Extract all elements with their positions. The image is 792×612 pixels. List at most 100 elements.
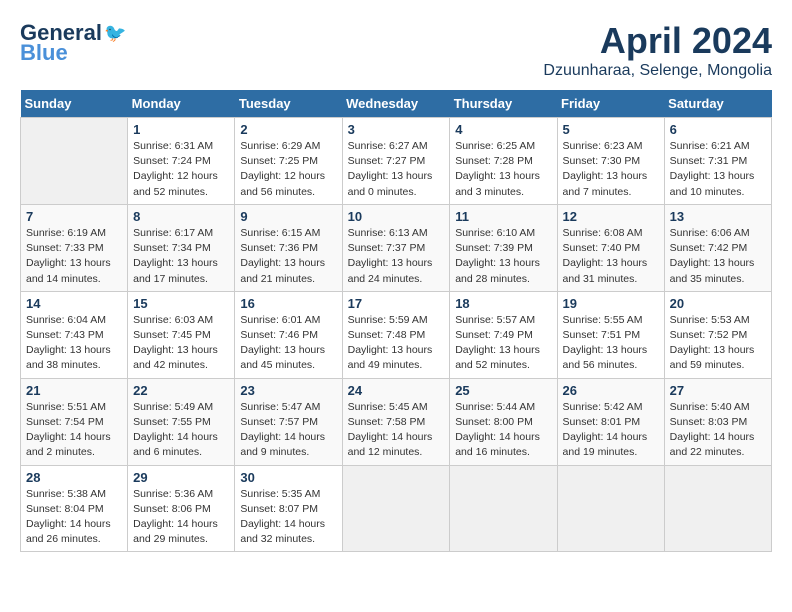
calendar-week-row: 7 Sunrise: 6:19 AMSunset: 7:33 PMDayligh… — [21, 204, 772, 291]
calendar-table: Sunday Monday Tuesday Wednesday Thursday… — [20, 90, 772, 552]
day-number: 3 — [348, 122, 445, 137]
day-info: Sunrise: 5:47 AMSunset: 7:57 PMDaylight:… — [240, 400, 336, 461]
table-row: 20 Sunrise: 5:53 AMSunset: 7:52 PMDaylig… — [664, 291, 771, 378]
table-row: 10 Sunrise: 6:13 AMSunset: 7:37 PMDaylig… — [342, 204, 450, 291]
day-number: 26 — [563, 383, 659, 398]
day-number: 23 — [240, 383, 336, 398]
col-sunday: Sunday — [21, 90, 128, 118]
day-number: 29 — [133, 470, 229, 485]
calendar-week-row: 14 Sunrise: 6:04 AMSunset: 7:43 PMDaylig… — [21, 291, 772, 378]
day-info: Sunrise: 6:27 AMSunset: 7:27 PMDaylight:… — [348, 139, 445, 200]
day-number: 8 — [133, 209, 229, 224]
logo-blue-text: Blue — [20, 40, 68, 66]
page-header: General 🐦 Blue April 2024 Dzuunharaa, Se… — [20, 20, 772, 80]
day-number: 7 — [26, 209, 122, 224]
col-wednesday: Wednesday — [342, 90, 450, 118]
day-info: Sunrise: 5:35 AMSunset: 8:07 PMDaylight:… — [240, 487, 336, 548]
table-row — [557, 465, 664, 552]
day-number: 20 — [670, 296, 766, 311]
calendar-week-row: 1 Sunrise: 6:31 AMSunset: 7:24 PMDayligh… — [21, 118, 772, 205]
day-info: Sunrise: 6:21 AMSunset: 7:31 PMDaylight:… — [670, 139, 766, 200]
day-info: Sunrise: 6:31 AMSunset: 7:24 PMDaylight:… — [133, 139, 229, 200]
day-info: Sunrise: 5:55 AMSunset: 7:51 PMDaylight:… — [563, 313, 659, 374]
day-info: Sunrise: 5:36 AMSunset: 8:06 PMDaylight:… — [133, 487, 229, 548]
location-subtitle: Dzuunharaa, Selenge, Mongolia — [543, 62, 772, 80]
month-year-title: April 2024 — [543, 20, 772, 62]
table-row: 26 Sunrise: 5:42 AMSunset: 8:01 PMDaylig… — [557, 378, 664, 465]
day-info: Sunrise: 6:17 AMSunset: 7:34 PMDaylight:… — [133, 226, 229, 287]
day-info: Sunrise: 6:19 AMSunset: 7:33 PMDaylight:… — [26, 226, 122, 287]
day-number: 4 — [455, 122, 551, 137]
day-info: Sunrise: 5:40 AMSunset: 8:03 PMDaylight:… — [670, 400, 766, 461]
table-row: 30 Sunrise: 5:35 AMSunset: 8:07 PMDaylig… — [235, 465, 342, 552]
day-number: 28 — [26, 470, 122, 485]
day-number: 18 — [455, 296, 551, 311]
table-row: 4 Sunrise: 6:25 AMSunset: 7:28 PMDayligh… — [450, 118, 557, 205]
table-row: 9 Sunrise: 6:15 AMSunset: 7:36 PMDayligh… — [235, 204, 342, 291]
table-row: 25 Sunrise: 5:44 AMSunset: 8:00 PMDaylig… — [450, 378, 557, 465]
table-row: 21 Sunrise: 5:51 AMSunset: 7:54 PMDaylig… — [21, 378, 128, 465]
table-row: 18 Sunrise: 5:57 AMSunset: 7:49 PMDaylig… — [450, 291, 557, 378]
day-number: 1 — [133, 122, 229, 137]
table-row: 6 Sunrise: 6:21 AMSunset: 7:31 PMDayligh… — [664, 118, 771, 205]
table-row: 24 Sunrise: 5:45 AMSunset: 7:58 PMDaylig… — [342, 378, 450, 465]
day-info: Sunrise: 6:03 AMSunset: 7:45 PMDaylight:… — [133, 313, 229, 374]
col-friday: Friday — [557, 90, 664, 118]
table-row: 22 Sunrise: 5:49 AMSunset: 7:55 PMDaylig… — [128, 378, 235, 465]
day-info: Sunrise: 5:59 AMSunset: 7:48 PMDaylight:… — [348, 313, 445, 374]
col-tuesday: Tuesday — [235, 90, 342, 118]
day-number: 30 — [240, 470, 336, 485]
day-number: 12 — [563, 209, 659, 224]
table-row: 15 Sunrise: 6:03 AMSunset: 7:45 PMDaylig… — [128, 291, 235, 378]
day-number: 16 — [240, 296, 336, 311]
col-monday: Monday — [128, 90, 235, 118]
table-row: 16 Sunrise: 6:01 AMSunset: 7:46 PMDaylig… — [235, 291, 342, 378]
day-info: Sunrise: 5:57 AMSunset: 7:49 PMDaylight:… — [455, 313, 551, 374]
calendar-week-row: 21 Sunrise: 5:51 AMSunset: 7:54 PMDaylig… — [21, 378, 772, 465]
day-info: Sunrise: 6:29 AMSunset: 7:25 PMDaylight:… — [240, 139, 336, 200]
table-row — [450, 465, 557, 552]
day-number: 21 — [26, 383, 122, 398]
table-row: 2 Sunrise: 6:29 AMSunset: 7:25 PMDayligh… — [235, 118, 342, 205]
day-info: Sunrise: 5:49 AMSunset: 7:55 PMDaylight:… — [133, 400, 229, 461]
day-info: Sunrise: 5:51 AMSunset: 7:54 PMDaylight:… — [26, 400, 122, 461]
day-number: 10 — [348, 209, 445, 224]
day-info: Sunrise: 6:01 AMSunset: 7:46 PMDaylight:… — [240, 313, 336, 374]
logo-bird-icon: 🐦 — [104, 23, 126, 44]
table-row: 23 Sunrise: 5:47 AMSunset: 7:57 PMDaylig… — [235, 378, 342, 465]
day-number: 9 — [240, 209, 336, 224]
table-row: 5 Sunrise: 6:23 AMSunset: 7:30 PMDayligh… — [557, 118, 664, 205]
day-info: Sunrise: 5:38 AMSunset: 8:04 PMDaylight:… — [26, 487, 122, 548]
day-number: 19 — [563, 296, 659, 311]
day-number: 22 — [133, 383, 229, 398]
table-row: 7 Sunrise: 6:19 AMSunset: 7:33 PMDayligh… — [21, 204, 128, 291]
day-number: 2 — [240, 122, 336, 137]
table-row: 3 Sunrise: 6:27 AMSunset: 7:27 PMDayligh… — [342, 118, 450, 205]
calendar-week-row: 28 Sunrise: 5:38 AMSunset: 8:04 PMDaylig… — [21, 465, 772, 552]
table-row: 11 Sunrise: 6:10 AMSunset: 7:39 PMDaylig… — [450, 204, 557, 291]
day-info: Sunrise: 6:06 AMSunset: 7:42 PMDaylight:… — [670, 226, 766, 287]
day-info: Sunrise: 5:42 AMSunset: 8:01 PMDaylight:… — [563, 400, 659, 461]
day-number: 5 — [563, 122, 659, 137]
table-row: 28 Sunrise: 5:38 AMSunset: 8:04 PMDaylig… — [21, 465, 128, 552]
table-row: 12 Sunrise: 6:08 AMSunset: 7:40 PMDaylig… — [557, 204, 664, 291]
table-row: 19 Sunrise: 5:55 AMSunset: 7:51 PMDaylig… — [557, 291, 664, 378]
day-info: Sunrise: 6:13 AMSunset: 7:37 PMDaylight:… — [348, 226, 445, 287]
calendar-header-row: Sunday Monday Tuesday Wednesday Thursday… — [21, 90, 772, 118]
table-row: 29 Sunrise: 5:36 AMSunset: 8:06 PMDaylig… — [128, 465, 235, 552]
table-row: 8 Sunrise: 6:17 AMSunset: 7:34 PMDayligh… — [128, 204, 235, 291]
day-info: Sunrise: 6:04 AMSunset: 7:43 PMDaylight:… — [26, 313, 122, 374]
day-number: 6 — [670, 122, 766, 137]
day-number: 17 — [348, 296, 445, 311]
day-info: Sunrise: 6:25 AMSunset: 7:28 PMDaylight:… — [455, 139, 551, 200]
table-row: 13 Sunrise: 6:06 AMSunset: 7:42 PMDaylig… — [664, 204, 771, 291]
table-row: 1 Sunrise: 6:31 AMSunset: 7:24 PMDayligh… — [128, 118, 235, 205]
logo: General 🐦 Blue — [20, 20, 126, 66]
table-row: 27 Sunrise: 5:40 AMSunset: 8:03 PMDaylig… — [664, 378, 771, 465]
day-number: 11 — [455, 209, 551, 224]
day-info: Sunrise: 6:08 AMSunset: 7:40 PMDaylight:… — [563, 226, 659, 287]
day-number: 14 — [26, 296, 122, 311]
day-info: Sunrise: 6:10 AMSunset: 7:39 PMDaylight:… — [455, 226, 551, 287]
day-info: Sunrise: 6:15 AMSunset: 7:36 PMDaylight:… — [240, 226, 336, 287]
day-number: 24 — [348, 383, 445, 398]
